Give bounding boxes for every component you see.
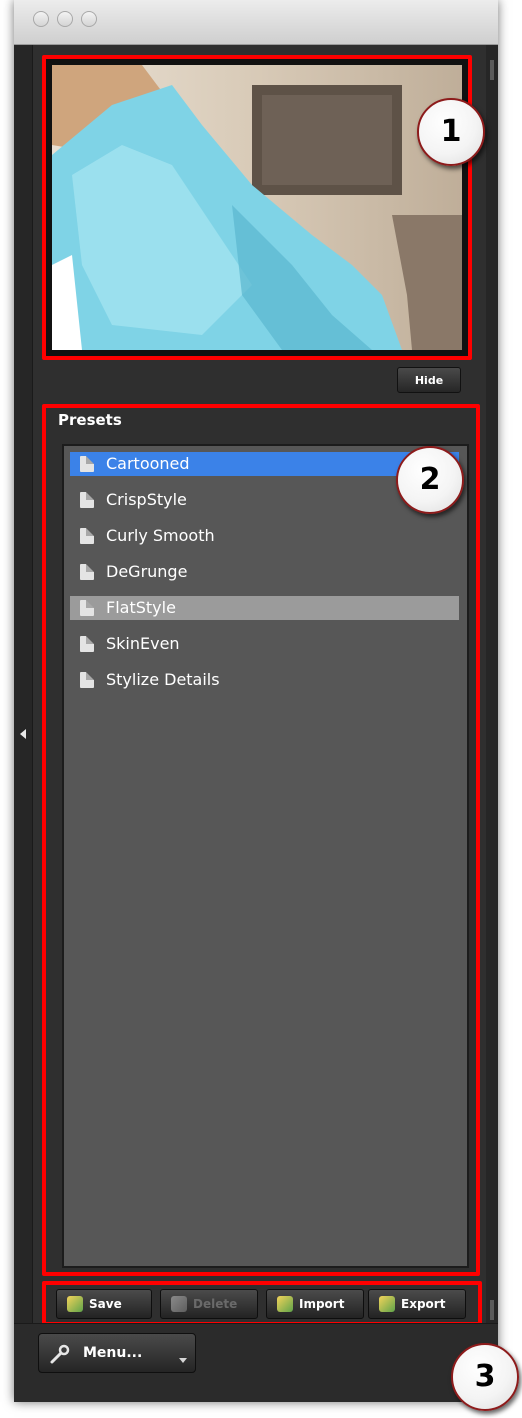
collapse-arrow-icon[interactable] [20,729,26,739]
zoom-window-button[interactable] [81,11,97,27]
preset-item-label: Cartooned [106,454,190,473]
export-button[interactable]: Export [368,1289,466,1319]
preset-item-label: FlatStyle [106,598,176,617]
menu-label: Menu... [83,1345,143,1361]
callout-1: 1 [417,98,485,166]
menu-button[interactable]: Menu... [38,1333,196,1373]
delete-label: Delete [193,1297,238,1311]
save-button[interactable]: Save [56,1289,152,1319]
preset-item-flatstyle[interactable]: FlatStyle [70,596,459,620]
preset-item-label: CrispStyle [106,490,187,509]
import-button[interactable]: Import [266,1289,364,1319]
preset-item-curly-smooth[interactable]: Curly Smooth [70,524,459,548]
callout-2: 2 [396,446,464,514]
title-bar [14,0,498,45]
close-window-button[interactable] [33,11,49,27]
preset-panel-window: Hide Presets Cartooned CrispStyle Curly … [14,0,498,1402]
import-icon [277,1296,293,1312]
document-icon [80,672,94,688]
callout-3: 3 [451,1343,519,1411]
preset-item-label: Stylize Details [106,670,220,689]
preset-item-label: DeGrunge [106,562,188,581]
preview-highlight-frame [42,55,472,360]
delete-button[interactable]: Delete [160,1289,258,1319]
minimize-window-button[interactable] [57,11,73,27]
presets-heading: Presets [58,411,122,429]
document-icon [80,456,94,472]
scroll-marker [490,1300,494,1320]
document-icon [80,528,94,544]
document-icon [80,492,94,508]
import-label: Import [299,1297,345,1311]
preset-item-label: Curly Smooth [106,526,215,545]
collapse-sidebar-rail[interactable] [14,45,33,1323]
save-icon [67,1296,83,1312]
save-label: Save [89,1297,122,1311]
delete-icon [171,1296,187,1312]
export-label: Export [401,1297,446,1311]
right-scroll-edge [486,45,498,1323]
dropdown-arrow-icon [179,1358,187,1363]
presets-list: Cartooned CrispStyle Curly Smooth DeGrun… [62,444,469,1268]
document-icon [80,564,94,580]
preset-item-label: SkinEven [106,634,180,653]
hide-preview-button[interactable]: Hide [397,367,461,393]
wrench-icon [50,1344,70,1364]
scroll-marker [490,60,494,80]
preview-image [52,65,462,350]
document-icon [80,600,94,616]
preset-item-degrunge[interactable]: DeGrunge [70,560,459,584]
export-icon [379,1296,395,1312]
preview-photo [52,65,462,350]
document-icon [80,636,94,652]
preset-item-skineven[interactable]: SkinEven [70,632,459,656]
preset-item-stylize-details[interactable]: Stylize Details [70,668,459,692]
